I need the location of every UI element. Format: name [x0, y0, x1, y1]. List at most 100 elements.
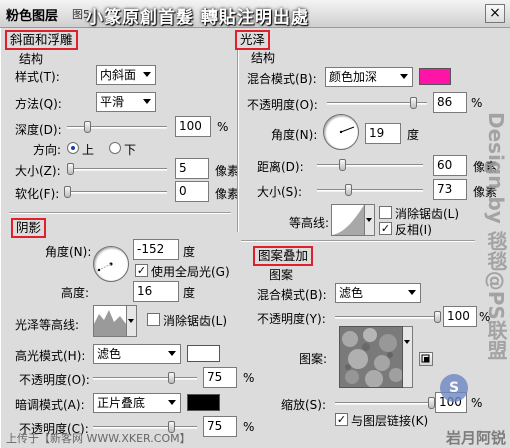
bevel-structure-label: 结构 [19, 52, 44, 66]
satin-angle-input[interactable]: 19 [365, 123, 401, 144]
highlight-opacity-thumb[interactable] [168, 372, 175, 384]
scale-slider-thumb[interactable] [428, 397, 435, 409]
title-bar: 粉色图层 图5 小篆原創首髮 轉貼注明出處 × [0, 0, 510, 28]
shadow-mode-dropdown[interactable]: 正片叠底 [93, 393, 181, 413]
invert-label: 反相(I) [395, 223, 432, 237]
pattern-opacity-thumb[interactable] [434, 311, 441, 323]
pattern-opacity-slider[interactable] [335, 311, 441, 324]
global-light-checkbox[interactable]: ✓ [135, 264, 148, 277]
direction-up-radio[interactable] [67, 142, 79, 154]
satin-angle-label: 角度(N): [271, 128, 318, 142]
dialog-content: 斜面和浮雕 结构 样式(T): 内斜面 方法(Q): 平滑 深度(D): 100… [0, 28, 510, 448]
satin-opacity-thumb[interactable] [410, 97, 417, 109]
satin-blend-dropdown[interactable]: 颜色加深 [325, 67, 413, 87]
distance-slider-thumb[interactable] [339, 159, 347, 171]
scale-slider[interactable] [335, 397, 435, 410]
link-with-layer-checkbox[interactable]: ✓ [335, 413, 348, 426]
pattern-opacity-input[interactable]: 100 [443, 306, 477, 327]
depth-label: 深度(D): [15, 123, 62, 137]
satin-size-slider[interactable] [317, 184, 423, 197]
depth-slider-thumb[interactable] [84, 121, 91, 133]
pattern-blend-dropdown[interactable]: 滤色 [335, 283, 421, 303]
bevel-size-input[interactable]: 5 [175, 158, 209, 179]
satin-contour-dropdown[interactable] [365, 204, 375, 236]
footer-brand: 岩月阿锐 [445, 429, 506, 447]
highlight-color-swatch[interactable] [187, 345, 220, 362]
angle-dial-icon [96, 262, 113, 272]
satin-antialias-checkbox[interactable] [379, 206, 392, 219]
satin-color-swatch[interactable] [419, 68, 451, 85]
bevel-size-slider[interactable] [67, 163, 167, 176]
satin-section-title: 光泽 [235, 30, 271, 50]
window-title: 粉色图层 [6, 9, 59, 24]
close-button[interactable]: × [485, 4, 505, 23]
global-light-label: 使用全局光(G) [151, 265, 230, 279]
watermark-vertical: Design by 毯毯@PS联盟 [484, 112, 508, 360]
pattern-texture-icon [340, 327, 402, 387]
method-label: 方法(Q): [15, 97, 62, 111]
invert-checkbox[interactable]: ✓ [379, 222, 392, 235]
chevron-down-icon [408, 290, 416, 295]
pattern-picker-dropdown[interactable] [403, 326, 413, 388]
angle-dial-icon [339, 126, 355, 134]
method-dropdown[interactable]: 平滑 [96, 92, 156, 112]
shading-angle-dial[interactable] [93, 246, 129, 282]
direction-down-radio[interactable] [109, 142, 121, 154]
distance-slider[interactable] [317, 159, 423, 172]
scale-unit: % [471, 396, 483, 410]
pattern-preview[interactable] [339, 326, 403, 388]
contour-curve-icon [94, 310, 126, 336]
satin-antialias-label: 消除锯齿(L) [395, 207, 460, 221]
altitude-input[interactable]: 16 [133, 281, 179, 302]
gloss-contour-picker[interactable] [93, 305, 127, 337]
satin-opacity-label: 不透明度(O): [247, 98, 318, 112]
soften-slider-thumb[interactable] [64, 186, 71, 198]
satin-angle-dial[interactable] [323, 114, 359, 150]
highlight-opacity-label: 不透明度(O): [19, 373, 90, 387]
satin-contour-picker[interactable] [331, 204, 365, 236]
shadow-mode-label: 暗调模式(A): [15, 398, 85, 412]
bevel-size-unit: 像素 [215, 164, 240, 178]
separator [241, 240, 475, 242]
shading-angle-input[interactable]: -152 [133, 239, 179, 260]
author-banner: 小篆原創首髮 轉貼注明出處 [86, 8, 309, 28]
altitude-label: 高度: [61, 286, 90, 300]
satin-opacity-slider[interactable] [327, 97, 427, 110]
gloss-contour-label: 光泽等高线: [15, 318, 80, 332]
satin-size-input[interactable]: 73 [433, 179, 467, 200]
separator [237, 32, 239, 232]
satin-size-slider-thumb[interactable] [344, 184, 352, 196]
shading-antialias-label: 消除锯齿(L) [163, 314, 228, 328]
pattern-blend-value: 滤色 [339, 286, 364, 300]
shading-section-title: 阴影 [11, 218, 47, 238]
satin-opacity-input[interactable]: 86 [433, 92, 467, 113]
style-dropdown[interactable]: 内斜面 [96, 65, 156, 85]
new-preset-icon [421, 354, 430, 363]
highlight-opacity-input[interactable]: 75 [203, 367, 237, 388]
separator [9, 212, 231, 214]
depth-input[interactable]: 100 [175, 116, 211, 137]
bevel-size-slider-thumb[interactable] [67, 163, 74, 175]
snap-to-origin-button[interactable] [419, 352, 433, 366]
soften-unit: 像素 [215, 187, 240, 201]
shadow-color-swatch[interactable] [187, 394, 220, 411]
gloss-contour-dropdown[interactable] [127, 305, 137, 337]
highlight-mode-label: 高光模式(H): [15, 349, 86, 363]
depth-slider[interactable] [67, 121, 167, 134]
chevron-down-icon [168, 351, 176, 356]
satin-structure-label: 结构 [251, 51, 276, 65]
soften-input[interactable]: 0 [175, 181, 209, 202]
shadow-mode-value: 正片叠底 [97, 396, 146, 410]
soften-slider[interactable] [64, 186, 167, 199]
shading-antialias-checkbox[interactable] [147, 313, 160, 326]
shadow-opacity-input[interactable]: 75 [203, 416, 237, 437]
highlight-opacity-slider[interactable] [93, 372, 197, 385]
highlight-mode-dropdown[interactable]: 滤色 [93, 344, 181, 364]
satin-blend-label: 混合模式(B): [247, 72, 317, 86]
site-logo: S [440, 374, 468, 402]
chevron-down-icon [143, 72, 151, 77]
method-value: 平滑 [100, 95, 125, 109]
satin-blend-value: 颜色加深 [329, 70, 378, 84]
highlight-mode-value: 滤色 [97, 347, 122, 361]
distance-input[interactable]: 60 [433, 155, 467, 176]
